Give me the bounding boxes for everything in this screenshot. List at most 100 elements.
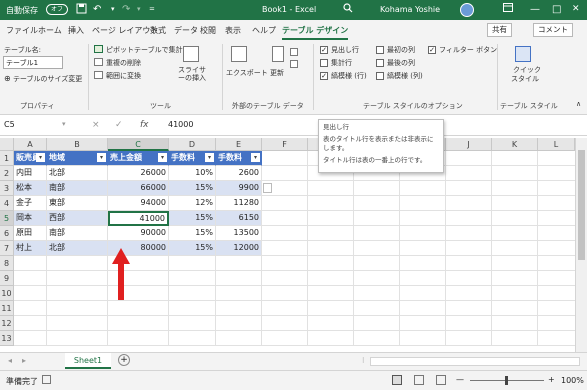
horizontal-scrollbar[interactable]	[370, 357, 580, 366]
row-header[interactable]: 5	[0, 211, 14, 226]
empty-cell[interactable]	[308, 226, 354, 241]
table-cell[interactable]: 90000	[108, 226, 169, 241]
empty-cell[interactable]	[14, 301, 47, 316]
table-cell[interactable]: 南部	[47, 226, 108, 241]
empty-cell[interactable]	[262, 166, 308, 181]
table-cell[interactable]: 13500	[216, 226, 262, 241]
avatar[interactable]	[460, 3, 474, 17]
empty-cell[interactable]	[216, 301, 262, 316]
normal-view-icon[interactable]	[392, 375, 402, 385]
filter-dropdown-icon[interactable]: ▾	[158, 153, 167, 162]
row-header[interactable]: 4	[0, 196, 14, 211]
autosave-toggle[interactable]: オフ	[46, 4, 68, 15]
empty-cell[interactable]	[400, 316, 446, 331]
banded-rows-checkbox[interactable]: ✓	[320, 72, 328, 80]
empty-cell[interactable]	[169, 301, 216, 316]
empty-cell[interactable]	[169, 316, 216, 331]
comment-button[interactable]: コメント	[533, 23, 573, 37]
pivot-summary-button[interactable]: ピボットテーブルで集計	[106, 45, 183, 55]
macro-record-icon[interactable]	[42, 375, 51, 384]
empty-cell[interactable]	[538, 151, 575, 166]
empty-cell[interactable]	[354, 271, 400, 286]
enter-icon[interactable]: ✓	[115, 120, 123, 130]
table-header-cell[interactable]: 地域 ▾	[47, 151, 108, 166]
column-header[interactable]: C	[108, 138, 169, 151]
insert-function-icon[interactable]: fx	[140, 120, 149, 130]
search-icon[interactable]	[343, 3, 353, 17]
empty-cell[interactable]	[400, 211, 446, 226]
empty-cell[interactable]	[262, 286, 308, 301]
prev-sheet-icon[interactable]: ◂	[8, 356, 12, 365]
table-cell[interactable]: 南部	[47, 181, 108, 196]
ribbon-display-icon[interactable]	[503, 3, 513, 16]
worksheet-grid[interactable]: A B C D E F G H I J K L 1 2 3 4 5 6 7 8 …	[0, 138, 575, 352]
tab-data[interactable]: データ	[174, 25, 198, 36]
empty-cell[interactable]	[14, 271, 47, 286]
undo-dropdown-icon[interactable]: ▾	[111, 3, 115, 16]
export-button[interactable]: エクスポート	[226, 68, 268, 78]
empty-cell[interactable]	[354, 256, 400, 271]
empty-cell[interactable]	[538, 241, 575, 256]
empty-cell[interactable]	[216, 331, 262, 346]
row-header[interactable]: 10	[0, 286, 14, 301]
row-header[interactable]: 7	[0, 241, 14, 256]
redo-icon[interactable]: ↷	[122, 3, 130, 16]
empty-cell[interactable]	[538, 316, 575, 331]
empty-cell[interactable]	[262, 331, 308, 346]
empty-cell[interactable]	[400, 331, 446, 346]
empty-cell[interactable]	[446, 301, 492, 316]
empty-cell[interactable]	[400, 241, 446, 256]
empty-cell[interactable]	[492, 226, 538, 241]
empty-cell[interactable]	[169, 331, 216, 346]
empty-cell[interactable]	[538, 211, 575, 226]
empty-cell[interactable]	[108, 331, 169, 346]
empty-cell[interactable]	[354, 331, 400, 346]
close-icon[interactable]: ✕	[572, 3, 580, 16]
tab-review[interactable]: 校閲	[200, 25, 216, 36]
quick-analysis-icon[interactable]	[263, 183, 272, 193]
empty-cell[interactable]	[216, 316, 262, 331]
empty-cell[interactable]	[47, 331, 108, 346]
empty-cell[interactable]	[169, 256, 216, 271]
empty-cell[interactable]	[538, 271, 575, 286]
table-cell[interactable]: 松本	[14, 181, 47, 196]
empty-cell[interactable]	[14, 256, 47, 271]
customize-qat-icon[interactable]: =	[149, 3, 155, 16]
undo-icon[interactable]: ↶	[93, 3, 101, 16]
empty-cell[interactable]	[47, 256, 108, 271]
empty-cell[interactable]	[262, 196, 308, 211]
cancel-icon[interactable]: ×	[92, 120, 100, 130]
empty-cell[interactable]	[538, 301, 575, 316]
empty-cell[interactable]	[354, 241, 400, 256]
table-cell[interactable]: 内田	[14, 166, 47, 181]
table-cell[interactable]: 西部	[47, 211, 108, 226]
empty-cell[interactable]	[308, 241, 354, 256]
column-header[interactable]: D	[169, 138, 216, 151]
empty-cell[interactable]	[492, 196, 538, 211]
convert-to-range-button[interactable]: 範囲に変換	[106, 71, 141, 81]
row-header[interactable]: 12	[0, 316, 14, 331]
column-header[interactable]: E	[216, 138, 262, 151]
empty-cell[interactable]	[216, 256, 262, 271]
filter-dropdown-icon[interactable]: ▾	[251, 153, 260, 162]
empty-cell[interactable]	[308, 316, 354, 331]
empty-cell[interactable]	[400, 286, 446, 301]
empty-cell[interactable]	[400, 271, 446, 286]
empty-cell[interactable]	[47, 301, 108, 316]
empty-cell[interactable]	[14, 286, 47, 301]
empty-cell[interactable]	[354, 316, 400, 331]
row-header[interactable]: 6	[0, 226, 14, 241]
empty-cell[interactable]	[538, 226, 575, 241]
empty-cell[interactable]	[308, 331, 354, 346]
empty-cell[interactable]	[169, 271, 216, 286]
empty-cell[interactable]	[308, 181, 354, 196]
table-cell[interactable]: 26000	[108, 166, 169, 181]
empty-cell[interactable]	[446, 226, 492, 241]
table-cell[interactable]: 原田	[14, 226, 47, 241]
table-cell[interactable]: 12%	[169, 196, 216, 211]
empty-cell[interactable]	[354, 211, 400, 226]
empty-cell[interactable]	[446, 256, 492, 271]
refresh-button[interactable]: 更新	[270, 68, 284, 78]
empty-cell[interactable]	[262, 316, 308, 331]
banded-columns-checkbox[interactable]	[376, 72, 384, 80]
